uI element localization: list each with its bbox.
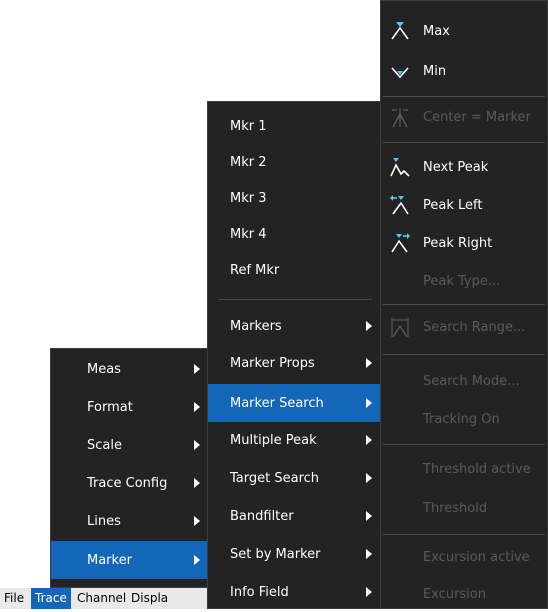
menu-item-scale[interactable]: Scale — [51, 427, 210, 463]
menu-item-bandfilter[interactable]: Bandfilter — [208, 498, 382, 534]
separator — [383, 534, 545, 535]
menu-item-trace-config[interactable]: Trace Config — [51, 465, 210, 501]
menu-item-format[interactable]: Format — [51, 389, 210, 425]
submenu-arrow-icon — [194, 440, 200, 450]
submenu-arrow-icon — [366, 473, 372, 483]
separator — [383, 354, 545, 355]
menu-item-center-marker[interactable]: Center = Marker — [381, 99, 547, 135]
menu-item-mkr-2[interactable]: Mkr 2 — [208, 144, 382, 180]
menu-display[interactable]: Displa — [127, 588, 172, 609]
separator — [383, 142, 545, 143]
menu-item-min[interactable]: Min — [381, 53, 547, 89]
menu-item-next-peak[interactable]: Next Peak — [381, 149, 547, 185]
submenu-arrow-icon — [366, 549, 372, 559]
submenu-arrow-icon — [366, 435, 372, 445]
menu-channel[interactable]: Channel — [73, 588, 130, 609]
center-marker-icon — [392, 108, 408, 128]
menubar: File Trace Channel Displa — [0, 588, 232, 609]
separator — [383, 304, 545, 305]
menu-item-meas[interactable]: Meas — [51, 351, 210, 387]
trace-menu: Meas Format Scale Trace Config Lines Mar… — [50, 348, 211, 588]
marker-search-menu: Max Min Center = Marker Next Peak Peak L… — [380, 0, 548, 609]
menu-item-info-field[interactable]: Info Field — [208, 574, 382, 610]
menu-item-marker-props[interactable]: Marker Props — [208, 345, 382, 381]
menu-item-tracking-on[interactable]: Tracking On — [381, 401, 547, 437]
min-icon — [391, 67, 409, 79]
menu-item-mkr-1[interactable]: Mkr 1 — [208, 108, 382, 144]
menu-item-search-mode[interactable]: Search Mode... — [381, 363, 547, 399]
menu-item-set-by-marker[interactable]: Set by Marker — [208, 536, 382, 572]
menu-item-threshold-active[interactable]: Threshold active — [381, 451, 547, 487]
menu-item-ref-mkr[interactable]: Ref Mkr — [208, 252, 382, 288]
menu-item-excursion[interactable]: Excursion — [381, 576, 547, 612]
menu-item-threshold[interactable]: Threshold — [381, 490, 547, 526]
submenu-arrow-icon — [194, 516, 200, 526]
menu-item-search-range[interactable]: Search Range... — [381, 309, 547, 345]
submenu-arrow-icon — [194, 402, 200, 412]
peak-left-icon — [390, 195, 409, 215]
separator — [383, 444, 545, 445]
next-peak-icon — [390, 158, 410, 177]
submenu-arrow-icon — [194, 478, 200, 488]
submenu-arrow-icon — [194, 555, 200, 565]
menu-item-markers[interactable]: Markers — [208, 308, 382, 344]
menu-item-peak-right[interactable]: Peak Right — [381, 225, 547, 261]
menu-item-mkr-4[interactable]: Mkr 4 — [208, 216, 382, 252]
menu-item-marker-search[interactable]: Marker Search — [208, 384, 382, 422]
submenu-arrow-icon — [366, 358, 372, 368]
menu-item-excursion-active[interactable]: Excursion active — [381, 539, 547, 575]
menu-item-target-search[interactable]: Target Search — [208, 460, 382, 496]
menu-trace[interactable]: Trace — [31, 588, 71, 609]
menu-item-mkr-3[interactable]: Mkr 3 — [208, 180, 382, 216]
marker-menu: Mkr 1 Mkr 2 Mkr 3 Mkr 4 Ref Mkr Markers … — [207, 101, 383, 609]
submenu-arrow-icon — [366, 511, 372, 521]
submenu-arrow-icon — [366, 398, 372, 408]
menu-item-peak-type[interactable]: Peak Type... — [381, 263, 547, 299]
submenu-arrow-icon — [194, 364, 200, 374]
menu-item-max[interactable]: Max — [381, 13, 547, 49]
menu-file[interactable]: File — [0, 588, 28, 609]
peak-right-icon — [391, 233, 410, 253]
submenu-arrow-icon — [366, 321, 372, 331]
search-range-icon — [391, 318, 409, 338]
separator — [383, 96, 545, 97]
separator — [218, 299, 372, 300]
menu-item-marker[interactable]: Marker — [51, 541, 210, 579]
menu-item-lines[interactable]: Lines — [51, 503, 210, 539]
max-icon — [391, 22, 409, 40]
menu-item-peak-left[interactable]: Peak Left — [381, 187, 547, 223]
menu-item-multiple-peak[interactable]: Multiple Peak — [208, 422, 382, 458]
submenu-arrow-icon — [366, 587, 372, 597]
